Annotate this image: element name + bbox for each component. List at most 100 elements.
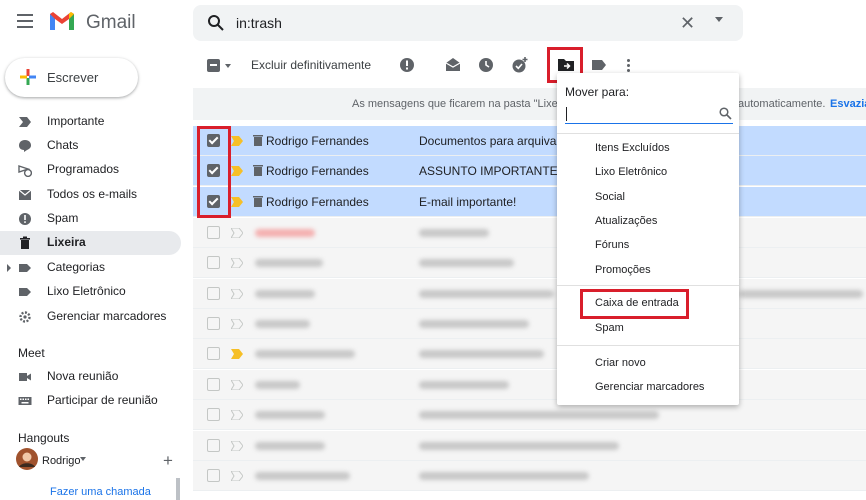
clear-search-icon[interactable]: ✕ xyxy=(680,13,695,34)
sidebar-item-programados[interactable]: Programados xyxy=(0,158,181,182)
add-to-tasks-icon[interactable] xyxy=(511,56,529,74)
move-to-promocoes[interactable]: Promoções xyxy=(595,264,651,276)
empty-trash-link[interactable]: Esvazia xyxy=(830,98,866,110)
email-row-blurred[interactable] xyxy=(193,218,866,248)
sidebar-item-chats[interactable]: Chats xyxy=(0,134,181,158)
move-to-spam[interactable]: Spam xyxy=(595,322,624,334)
user-status-dropdown-icon[interactable] xyxy=(80,457,86,461)
move-to-atualizacoes[interactable]: Atualizações xyxy=(595,215,657,227)
email-row-blurred[interactable] xyxy=(193,370,866,400)
compose-label: Escrever xyxy=(47,70,99,85)
snooze-icon[interactable] xyxy=(477,56,495,74)
label-as-icon[interactable] xyxy=(590,56,608,74)
meet-new-meeting[interactable]: Nova reunião xyxy=(0,365,181,389)
category-icon xyxy=(19,264,31,272)
importance-marker-icon[interactable] xyxy=(231,471,243,481)
importance-marker-icon[interactable] xyxy=(231,441,243,451)
search-input[interactable]: in:trash xyxy=(236,15,282,31)
row-checkbox[interactable] xyxy=(207,378,220,391)
importance-marker-icon[interactable] xyxy=(231,166,243,176)
sidebar-item-importante[interactable]: Importante xyxy=(0,110,181,134)
app-header: Gmail in:trash ✕ xyxy=(0,0,866,46)
row-checkbox[interactable] xyxy=(207,408,220,421)
hangouts-section-title: Hangouts xyxy=(18,431,70,445)
delete-forever-button[interactable]: Excluir definitivamente xyxy=(251,58,371,72)
hangouts-user-name[interactable]: Rodrigo xyxy=(42,455,81,467)
importance-marker-icon[interactable] xyxy=(231,136,243,146)
mark-read-icon[interactable] xyxy=(444,56,462,74)
row-checkbox[interactable] xyxy=(207,226,220,239)
report-spam-icon[interactable] xyxy=(398,56,416,74)
email-row[interactable]: Rodrigo Fernandes Documentos para arquiv… xyxy=(193,126,866,156)
email-row-blurred[interactable] xyxy=(193,461,866,491)
create-new-label[interactable]: Criar novo xyxy=(595,357,646,369)
select-all-checkbox[interactable] xyxy=(207,59,220,72)
sidebar-item-lixo-eletronico[interactable]: Lixo Eletrônico xyxy=(0,280,181,304)
all-mail-icon xyxy=(18,189,32,200)
sidebar-item-label: Importante xyxy=(47,114,105,128)
sidebar-item-label: Spam xyxy=(47,211,79,225)
email-row[interactable]: Rodrigo Fernandes ASSUNTO IMPORTANTE! xyxy=(193,156,866,186)
menu-divider xyxy=(557,285,739,286)
expand-arrow-icon[interactable] xyxy=(7,264,11,272)
row-checkbox[interactable] xyxy=(207,287,220,300)
main-menu-icon[interactable] xyxy=(17,14,33,28)
move-to-itens-excluidos[interactable]: Itens Excluídos xyxy=(595,142,670,154)
move-to-title: Mover para: xyxy=(565,85,630,99)
avatar[interactable] xyxy=(16,448,38,470)
move-to-lixo-eletronico[interactable]: Lixo Eletrônico xyxy=(595,166,667,178)
search-options-icon[interactable] xyxy=(715,17,723,22)
search-bar[interactable]: in:trash ✕ xyxy=(193,5,743,41)
add-contact-icon[interactable]: + xyxy=(163,451,173,471)
banner-text: As mensagens que ficarem na pasta "Lixei xyxy=(352,98,561,110)
row-checkbox[interactable] xyxy=(207,347,220,360)
manage-labels-link[interactable]: Gerenciar marcadores xyxy=(595,381,704,393)
banner-text-tail: automaticamente. xyxy=(738,98,826,110)
row-checkbox[interactable] xyxy=(207,256,220,269)
importance-marker-icon[interactable] xyxy=(231,289,243,299)
email-row-blurred[interactable] xyxy=(193,248,866,278)
sidebar-item-spam[interactable]: Spam xyxy=(0,207,181,231)
importance-marker-icon[interactable] xyxy=(231,258,243,268)
importance-marker-icon[interactable] xyxy=(231,380,243,390)
email-subject: E-mail importante! xyxy=(419,195,517,209)
email-row-blurred[interactable] xyxy=(193,400,866,430)
sidebar-item-todos-emails[interactable]: Todos os e-mails xyxy=(0,183,181,207)
inbox-annotation-box xyxy=(580,289,689,319)
importance-marker-icon[interactable] xyxy=(231,228,243,238)
email-row-blurred[interactable] xyxy=(193,339,866,369)
sidebar-item-lixeira[interactable]: Lixeira xyxy=(0,231,181,255)
importance-marker-icon[interactable] xyxy=(231,197,243,207)
sidebar-item-gerenciar-marcadores[interactable]: Gerenciar marcadores xyxy=(0,305,181,329)
plus-icon xyxy=(20,69,36,85)
spam-icon xyxy=(19,213,31,225)
move-to-social[interactable]: Social xyxy=(595,191,625,203)
trash-info-banner: As mensagens que ficarem na pasta "Lixei… xyxy=(193,88,866,120)
sidebar-item-categorias[interactable]: Categorias xyxy=(0,256,181,280)
gmail-logo-icon[interactable] xyxy=(48,10,76,32)
compose-button[interactable]: Escrever xyxy=(5,58,138,97)
more-options-icon[interactable] xyxy=(627,59,630,72)
email-sender: Rodrigo Fernandes xyxy=(266,164,369,178)
label-icon xyxy=(19,288,31,296)
email-row-blurred[interactable] xyxy=(193,309,866,339)
select-options-icon[interactable] xyxy=(225,64,231,68)
sidebar-item-label: Gerenciar marcadores xyxy=(47,309,167,323)
move-to-foruns[interactable]: Fóruns xyxy=(595,239,629,251)
search-icon[interactable] xyxy=(719,107,732,120)
email-row-blurred[interactable] xyxy=(193,279,866,309)
importance-marker-icon[interactable] xyxy=(231,319,243,329)
meet-join-meeting[interactable]: Participar de reunião xyxy=(0,389,181,413)
importance-marker-icon[interactable] xyxy=(231,410,243,420)
importance-marker-icon[interactable] xyxy=(231,349,243,359)
search-icon[interactable] xyxy=(207,14,225,32)
start-call-link[interactable]: Fazer uma chamada xyxy=(50,486,151,498)
sidebar-scrollbar[interactable] xyxy=(176,478,180,500)
email-row-blurred[interactable] xyxy=(193,431,866,461)
row-checkbox[interactable] xyxy=(207,439,220,452)
row-checkbox[interactable] xyxy=(207,469,220,482)
row-checkbox[interactable] xyxy=(207,317,220,330)
email-row[interactable]: Rodrigo Fernandes E-mail importante! xyxy=(193,187,866,217)
move-to-search-input[interactable] xyxy=(565,104,733,124)
sidebar-item-label: Lixeira xyxy=(47,235,86,249)
